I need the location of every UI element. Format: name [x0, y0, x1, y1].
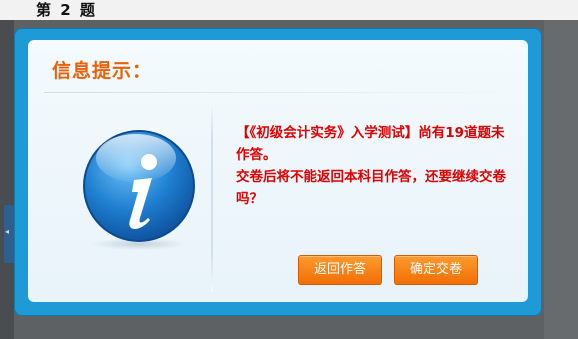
return-answer-button[interactable]: 返回作答: [298, 255, 382, 285]
dialog-title: 信息提示：: [52, 60, 153, 82]
dialog-message: 【《初级会计实务》入学测试】尚有19道题未作答。 交卷后将不能返回本科目作答，还…: [236, 122, 516, 210]
chevron-left-icon: ◂: [5, 227, 10, 236]
confirm-submit-button[interactable]: 确定交卷: [394, 255, 478, 285]
vertical-divider: [211, 100, 213, 292]
dialog-body: 信息提示： 【《初级会计实务》入学测试】尚有19道题未作答。 交卷后将不能返回本…: [28, 40, 528, 302]
background-header: 第 2 题: [0, 0, 578, 20]
confirm-submit-dialog: 信息提示： 【《初级会计实务》入学测试】尚有19道题未作答。 交卷后将不能返回本…: [14, 28, 542, 316]
question-number: 第 2 题: [36, 1, 97, 19]
title-divider: [44, 92, 524, 93]
background-left-panel: [0, 20, 14, 339]
message-unanswered: 【《初级会计实务》入学测试】尚有19道题未作答。: [236, 125, 505, 163]
background-right-panel: [544, 20, 578, 339]
info-icon: [83, 130, 195, 250]
message-confirm: 交卷后将不能返回本科目作答，还要继续交卷吗？: [236, 169, 506, 207]
sidebar-toggle-handle[interactable]: ◂: [4, 205, 14, 263]
